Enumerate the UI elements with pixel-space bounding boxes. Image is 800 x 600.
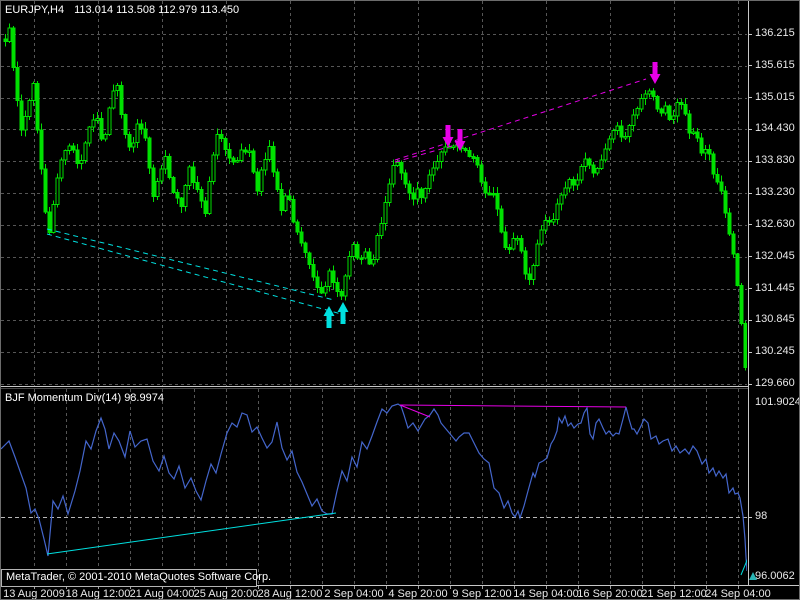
time-axis-label: 28 Aug 12:00 [258, 588, 323, 600]
indicator-level-label: 98 [755, 510, 767, 522]
price-axis-label: 131.445 [755, 282, 795, 294]
price-axis-label: 135.615 [755, 59, 795, 71]
time-axis[interactable]: 13 Aug 200918 Aug 12:0021 Aug 04:0025 Au… [1, 586, 800, 600]
price-tick [748, 34, 752, 35]
indicator-max-label: 101.9024 [755, 396, 800, 408]
time-tick [386, 586, 387, 589]
price-chart-canvas[interactable] [1, 1, 747, 386]
copyright-watermark: MetaTrader, © 2001-2010 MetaQuotes Softw… [1, 569, 257, 587]
indicator-min-label: 96.0062 [755, 570, 795, 582]
momentum-line[interactable] [1, 404, 747, 571]
time-axis-label: 16 Sep 20:00 [577, 588, 642, 600]
price-axis-label: 136.215 [755, 27, 795, 39]
time-axis-label: 25 Aug 20:00 [194, 588, 259, 600]
price-axis-label: 133.230 [755, 186, 795, 198]
price-axis-label: 132.045 [755, 250, 795, 262]
price-tick [748, 384, 752, 385]
price-tick [748, 161, 752, 162]
price-axis-label: 132.630 [755, 218, 795, 230]
price-tick [748, 224, 752, 225]
indicator-panel[interactable]: BJF Momentum Div(14) 98.9974 [1, 389, 747, 585]
indicator-trendline[interactable] [47, 513, 336, 554]
price-tick [748, 320, 752, 321]
chart-symbol-period: EURJPY,H4 [5, 4, 64, 16]
price-tick [748, 97, 752, 98]
trendline-dashed[interactable] [395, 144, 459, 162]
time-axis-label: 14 Sep 04:00 [513, 588, 578, 600]
price-tick [748, 352, 752, 353]
trendline-dashed[interactable] [47, 229, 334, 300]
time-axis-label: 21 Sep 12:00 [641, 588, 706, 600]
price-axis-label: 135.015 [755, 91, 795, 103]
candlestick-series[interactable] [4, 23, 747, 370]
copyright-text: MetaTrader, © 2001-2010 MetaQuotes Softw… [2, 570, 256, 583]
time-axis-label: 21 Aug 04:00 [130, 588, 195, 600]
time-axis-label: 18 Aug 12:00 [66, 588, 131, 600]
price-axis-label: 134.430 [755, 122, 795, 134]
trendline-dashed[interactable] [47, 234, 345, 315]
time-axis-label: 24 Sep 04:00 [705, 588, 770, 600]
indicator-canvas[interactable] [1, 389, 747, 585]
signal-arrow-down-icon[interactable] [443, 125, 454, 147]
price-axis[interactable]: 101.9024 98 96.0062 136.215 135.615 135.01… [748, 1, 800, 600]
price-chart-panel[interactable]: EURJPY,H4 113.014 113.508 112.979 113.450 [1, 1, 747, 386]
price-axis-label: 130.245 [755, 345, 795, 357]
time-axis-label: 4 Sep 20:00 [388, 588, 447, 600]
indicator-level-tick [748, 517, 752, 518]
axis-cursor-marker [749, 572, 757, 580]
price-tick [748, 288, 752, 289]
metatrader-chart-window: EURJPY,H4 113.014 113.508 112.979 113.450… [0, 0, 800, 600]
time-axis-label: 9 Sep 12:00 [452, 588, 511, 600]
chart-title: EURJPY,H4 113.014 113.508 112.979 113.450 [5, 4, 239, 16]
main-grid [1, 1, 747, 386]
price-axis-label: 129.660 [755, 377, 795, 389]
chart-ohlc-quotes: 113.014 113.508 112.979 113.450 [74, 4, 239, 16]
signal-arrow-down-icon[interactable] [650, 62, 661, 84]
indicator-trendline[interactable] [400, 405, 626, 407]
panel-separator[interactable] [1, 386, 748, 387]
price-tick [748, 65, 752, 66]
price-axis-label: 130.845 [755, 313, 795, 325]
indicator-title: BJF Momentum Div(14) 98.9974 [5, 392, 164, 404]
time-axis-label: 13 Aug 2009 [3, 588, 65, 600]
price-axis-label: 133.830 [755, 154, 795, 166]
price-tick [748, 256, 752, 257]
price-tick [748, 129, 752, 130]
price-tick [748, 193, 752, 194]
time-axis-label: 2 Sep 04:00 [324, 588, 383, 600]
indicator-grid [35, 389, 739, 585]
time-tick [450, 586, 451, 589]
